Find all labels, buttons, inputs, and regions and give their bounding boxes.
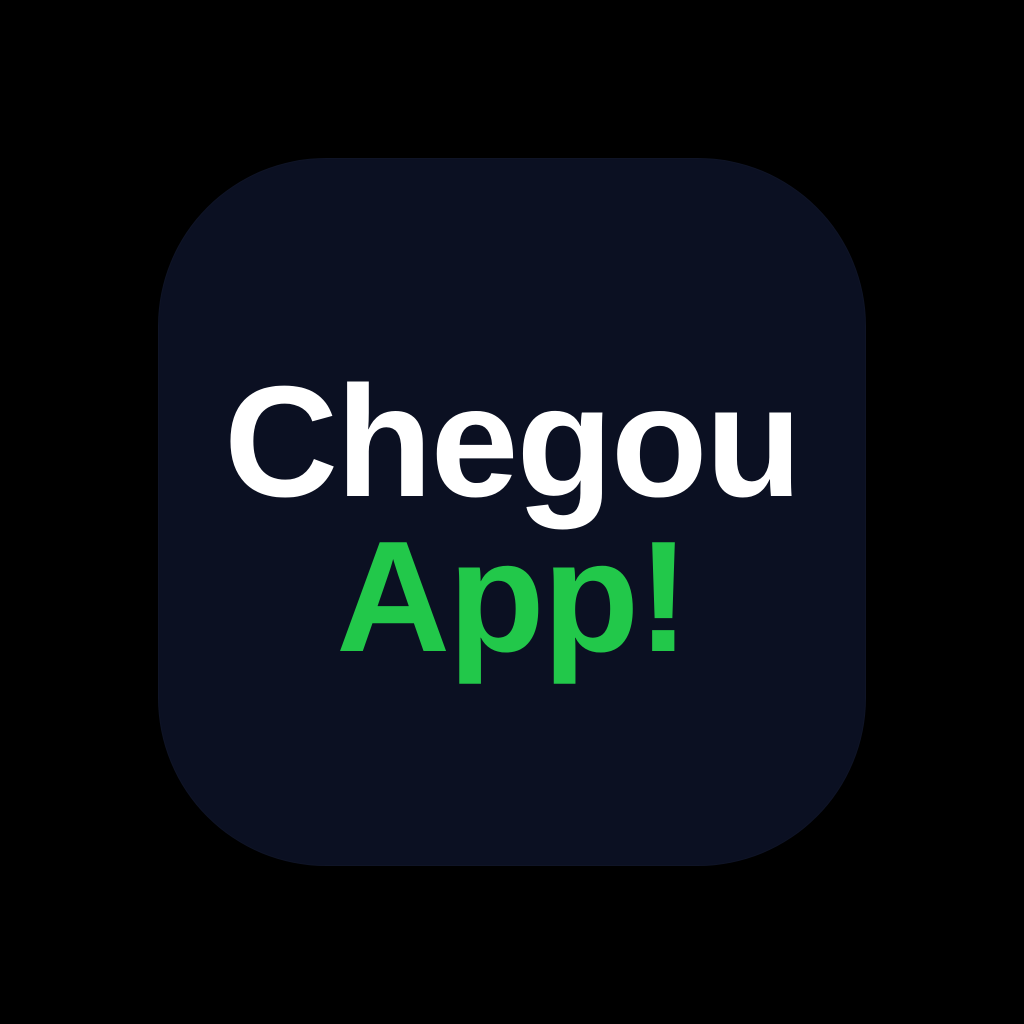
app-icon-tile: Chegou App! <box>158 158 866 866</box>
canvas: Chegou App! <box>0 0 1024 1024</box>
app-logo-wordmark: Chegou App! <box>158 158 866 866</box>
logo-line-chegou: Chegou <box>223 354 802 530</box>
logo-line-app: App! <box>336 509 690 685</box>
